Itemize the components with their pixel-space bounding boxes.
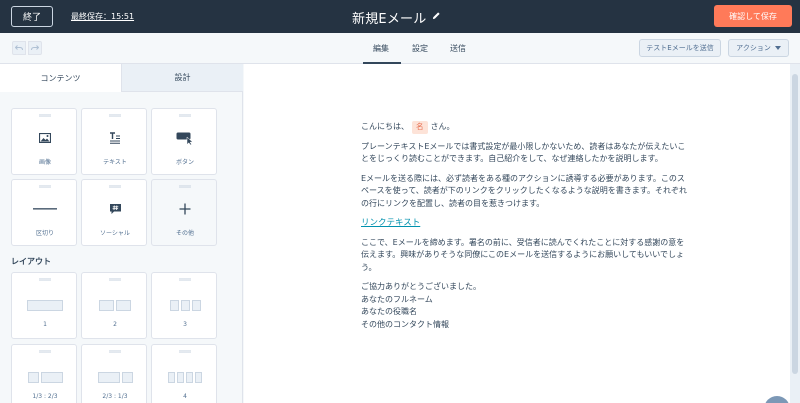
layout-preview: [12, 372, 78, 383]
send-test-email-button[interactable]: テストEメールを送信: [639, 39, 721, 57]
undo-button[interactable]: [12, 41, 26, 55]
tab-edit[interactable]: 編集: [373, 43, 389, 54]
module-label: テキスト: [103, 159, 127, 166]
left-panel: コンテンツ 設計 画像 テキスト ボタン 区切り ソーシャル その他 レイアウト…: [0, 64, 243, 403]
drag-grip-icon: [39, 185, 51, 188]
layout-1-column[interactable]: 1: [11, 272, 77, 339]
link-text[interactable]: リンクテキスト: [361, 217, 691, 230]
full-name: あなたのフルネーム: [361, 294, 433, 304]
email-canvas[interactable]: こんにちは、名さん。 プレーンテキストEメールでは書式設定が最小限しかないため、…: [244, 64, 790, 403]
module-text[interactable]: テキスト: [81, 108, 147, 175]
module-label: ソーシャル: [100, 230, 130, 237]
module-button[interactable]: ボタン: [151, 108, 217, 175]
signature: ご協力ありがとうございました。 あなたのフルネーム あなたの役職名 その他のコン…: [361, 281, 691, 331]
job-title: あなたの役職名: [361, 307, 417, 316]
first-name-token[interactable]: 名: [412, 121, 428, 134]
last-saved-link[interactable]: 最終保存：15:51: [71, 11, 134, 22]
layout-preview: [152, 372, 218, 383]
closing-line: ご協力ありがとうございました。: [361, 282, 481, 291]
drag-grip-icon: [109, 114, 121, 117]
drag-grip-icon: [179, 114, 191, 117]
layout-label: 1/3 : 2/3: [32, 393, 58, 400]
layout-1-3-2-3[interactable]: 1/3 : 2/3: [11, 344, 77, 403]
drag-grip-icon: [39, 114, 51, 117]
layout-2-columns[interactable]: 2: [81, 272, 147, 339]
actions-dropdown[interactable]: アクション: [728, 39, 789, 57]
review-and-save-button[interactable]: 確認して保存: [714, 5, 792, 27]
layout-label: 3: [183, 321, 187, 328]
drag-grip-icon: [109, 350, 121, 353]
editor-toolbar: 編集 設定 送信 テストEメールを送信 アクション: [0, 33, 800, 64]
layout-2-3-1-3[interactable]: 2/3 : 1/3: [81, 344, 147, 403]
button-icon: [176, 132, 194, 145]
plus-icon: [179, 203, 191, 215]
layout-preview: [82, 372, 148, 383]
redo-icon: [31, 45, 39, 51]
pencil-icon[interactable]: [432, 11, 441, 20]
drag-grip-icon: [109, 185, 121, 188]
caret-down-icon: [774, 46, 781, 50]
undo-icon: [15, 45, 23, 51]
layout-label: 1: [43, 321, 47, 328]
drag-grip-icon: [179, 350, 191, 353]
drag-grip-icon: [179, 278, 191, 281]
greeting: こんにちは、名さん。: [361, 121, 691, 134]
text-icon: [110, 132, 120, 144]
module-divider[interactable]: 区切り: [11, 179, 77, 246]
actions-label: アクション: [736, 44, 771, 52]
greeting-suffix: さん。: [430, 122, 455, 131]
layout-4-columns[interactable]: 4: [151, 344, 217, 403]
redo-button[interactable]: [28, 41, 42, 55]
social-icon: [109, 204, 121, 214]
tab-design[interactable]: 設計: [121, 64, 243, 92]
module-more[interactable]: その他: [151, 179, 217, 246]
module-label: ボタン: [175, 159, 194, 166]
divider-icon: [33, 208, 57, 210]
tab-send[interactable]: 送信: [450, 43, 466, 54]
layout-heading: レイアウト: [11, 257, 51, 266]
module-image[interactable]: 画像: [11, 108, 77, 175]
layout-preview: [82, 300, 148, 311]
layout-preview: [12, 300, 78, 311]
module-label: 画像: [38, 159, 51, 166]
layout-label: 4: [183, 393, 187, 400]
email-title[interactable]: 新規Eメール: [352, 8, 426, 27]
paragraph-1: プレーンテキストEメールでは書式設定が最小限しかないため、読者はあなたが伝えたい…: [361, 141, 686, 164]
email-body[interactable]: こんにちは、名さん。 プレーンテキストEメールでは書式設定が最小限しかないため、…: [361, 121, 691, 331]
drag-grip-icon: [179, 185, 191, 188]
top-header: 終了 最終保存：15:51 新規Eメール 確認して保存: [0, 0, 800, 33]
layout-3-columns[interactable]: 3: [151, 272, 217, 339]
drag-grip-icon: [109, 278, 121, 281]
module-label: 区切り: [35, 230, 54, 237]
layout-preview: [152, 300, 218, 311]
tab-settings[interactable]: 設定: [412, 43, 428, 54]
layout-label: 2: [113, 321, 117, 328]
exit-button[interactable]: 終了: [11, 6, 53, 27]
drag-grip-icon: [39, 350, 51, 353]
tab-contents[interactable]: コンテンツ: [0, 64, 121, 92]
paragraph-2: Eメールを送る際には、必ず読者をある種のアクションに誘導する必要があります。この…: [361, 173, 687, 208]
module-label: その他: [175, 230, 194, 237]
greeting-prefix: こんにちは、: [361, 122, 409, 131]
drag-grip-icon: [39, 278, 51, 281]
image-icon: [39, 133, 51, 143]
module-social[interactable]: ソーシャル: [81, 179, 147, 246]
scroll-thumb[interactable]: [792, 74, 798, 374]
layout-label: 2/3 : 1/3: [102, 393, 128, 400]
paragraph-3: ここで、Eメールを締めます。署名の前に、受信者に読んでくれたことに対する感謝の意…: [361, 237, 685, 272]
contact-info: その他のコンタクト情報: [361, 319, 449, 329]
canvas-scrollbar[interactable]: [790, 64, 800, 403]
